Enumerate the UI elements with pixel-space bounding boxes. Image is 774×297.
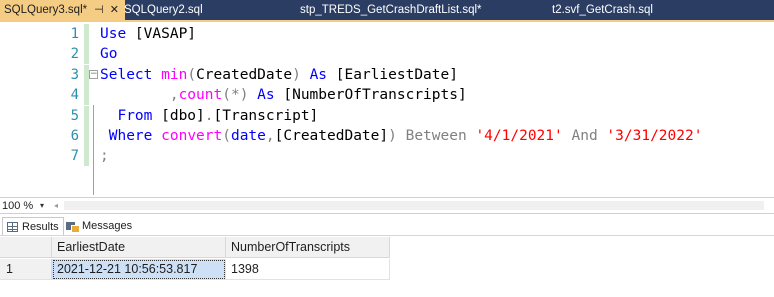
code-token: As	[309, 66, 328, 83]
chevron-down-icon[interactable]: ▾	[36, 199, 48, 212]
code-token: From	[117, 107, 153, 124]
tab-label: SQLQuery3.sql*	[4, 4, 88, 16]
tab-label: SQLQuery2.sql	[124, 4, 203, 16]
code-token: As	[257, 87, 275, 104]
tab-label: stp_TREDS_GetCrashDraftList.sql*	[300, 4, 482, 16]
code-line[interactable]: 4 ,count(*) As [NumberOfTranscripts]	[0, 85, 774, 106]
change-tracking-marker	[84, 85, 89, 106]
code-token: min	[161, 66, 188, 83]
code-token: And	[571, 128, 598, 144]
code-text[interactable]: From [dbo].[Transcript]	[100, 106, 318, 126]
code-text[interactable]: Select min(CreatedDate) As [EarliestDate…	[100, 65, 458, 85]
line-number: 5	[70, 107, 79, 124]
line-number: 6	[70, 128, 79, 144]
close-icon[interactable]: ✕	[110, 4, 119, 16]
document-tab-strip: SQLQuery3.sql* ⊣ ✕ SQLQuery2.sql stp_TRE…	[0, 0, 774, 20]
column-header-earliestdate[interactable]: EarliestDate	[52, 237, 226, 258]
zoom-level[interactable]: 100 %	[0, 198, 34, 213]
code-token: [Transcript]	[213, 107, 319, 124]
code-token: [VASAP]	[126, 26, 197, 42]
code-text[interactable]: Go	[100, 44, 117, 64]
code-token: (*)	[222, 87, 249, 104]
tab-messages-label: Messages	[82, 220, 133, 232]
code-line[interactable]: 5 From [dbo].[Transcript]	[0, 105, 774, 126]
tab-messages[interactable]: Messages	[62, 217, 136, 235]
code-token: Select	[100, 66, 153, 83]
scroll-left-icon[interactable]: ◂	[50, 199, 62, 212]
cell-earliestdate[interactable]: 2021-12-21 10:56:53.817	[52, 259, 226, 280]
code-token: [EarliestDate]	[327, 66, 458, 83]
tab-label: t2.svf_GetCrash.sql	[552, 4, 653, 16]
tab-sqlquery2[interactable]: SQLQuery2.sql	[124, 0, 203, 20]
code-text[interactable]: Where convert(date,[CreatedDate]) Betwee…	[100, 126, 703, 146]
change-tracking-marker	[84, 44, 89, 65]
code-line[interactable]: 2 Go	[0, 44, 774, 65]
code-token: '4/1/2021'	[475, 128, 563, 144]
line-number: 7	[70, 148, 79, 165]
code-token: Between	[405, 128, 467, 144]
horizontal-scrollbar[interactable]	[64, 201, 764, 210]
code-token: ,	[169, 87, 179, 104]
column-header-numberoftranscripts[interactable]: NumberOfTranscripts	[226, 237, 390, 258]
code-text[interactable]: ,count(*) As [NumberOfTranscripts]	[100, 85, 467, 105]
code-token: Use	[100, 26, 127, 42]
change-tracking-marker	[84, 24, 89, 44]
code-token: (	[187, 66, 197, 83]
code-token: )	[292, 66, 301, 83]
code-text[interactable]: ;	[100, 146, 109, 166]
code-token: ,	[265, 128, 275, 144]
code-token: count	[178, 87, 223, 104]
change-tracking-marker	[84, 146, 89, 167]
code-token: )	[388, 128, 397, 144]
tab-t2-svf-getcrash[interactable]: t2.svf_GetCrash.sql	[552, 0, 653, 20]
tab-sqlquery3[interactable]: SQLQuery3.sql* ⊣ ✕	[0, 0, 125, 20]
grid-icon	[7, 221, 18, 232]
code-line[interactable]: 3− Select min(CreatedDate) As [EarliestDa…	[0, 64, 774, 85]
line-number: 3	[70, 66, 79, 83]
line-number: 1	[70, 26, 79, 42]
collapse-icon[interactable]: −	[89, 69, 98, 79]
grid-corner-header[interactable]	[0, 237, 52, 258]
cell-numberoftranscripts[interactable]: 1398	[226, 259, 390, 280]
messages-icon	[66, 221, 80, 233]
code-token: '3/31/2022'	[606, 128, 703, 144]
code-line[interactable]: 6 Where convert(date,[CreatedDate]) Betw…	[0, 126, 774, 146]
sql-editor[interactable]: 1 Use [VASAP] 2 Go 3− Select min(CreatedDate)…	[0, 22, 774, 197]
code-line[interactable]: 1 Use [VASAP]	[0, 24, 774, 44]
code-token: (	[222, 128, 231, 144]
code-token: Go	[100, 46, 118, 63]
row-number[interactable]: 1	[0, 259, 52, 280]
code-token: [CreatedDate]	[274, 128, 389, 144]
change-tracking-marker	[84, 105, 89, 126]
code-text[interactable]: Use [VASAP]	[100, 24, 196, 44]
pin-icon[interactable]: ⊣	[94, 4, 104, 16]
results-tab-strip: Results Messages	[0, 215, 774, 236]
editor-status-bar: 100 % ▾ ◂	[0, 197, 774, 214]
code-token: convert	[161, 128, 223, 144]
tab-results-label: Results	[22, 220, 59, 233]
code-token: CreatedDate	[196, 66, 293, 83]
results-grid[interactable]: EarliestDate NumberOfTranscripts 1 2021-…	[0, 237, 774, 297]
tab-stp-treds-getcrashdraftlist[interactable]: stp_TREDS_GetCrashDraftList.sql*	[300, 0, 482, 20]
line-number: 2	[70, 46, 79, 63]
code-token: Where	[108, 128, 153, 144]
code-token: [dbo]	[152, 107, 205, 124]
code-token: date	[230, 128, 266, 144]
change-tracking-marker	[84, 126, 89, 146]
line-number: 4	[70, 87, 79, 104]
code-token: .	[204, 107, 214, 124]
code-token: ;	[100, 148, 109, 165]
code-token: [NumberOfTranscripts]	[274, 87, 467, 104]
code-line[interactable]: 7;	[0, 146, 774, 167]
tab-results[interactable]: Results	[2, 217, 64, 235]
